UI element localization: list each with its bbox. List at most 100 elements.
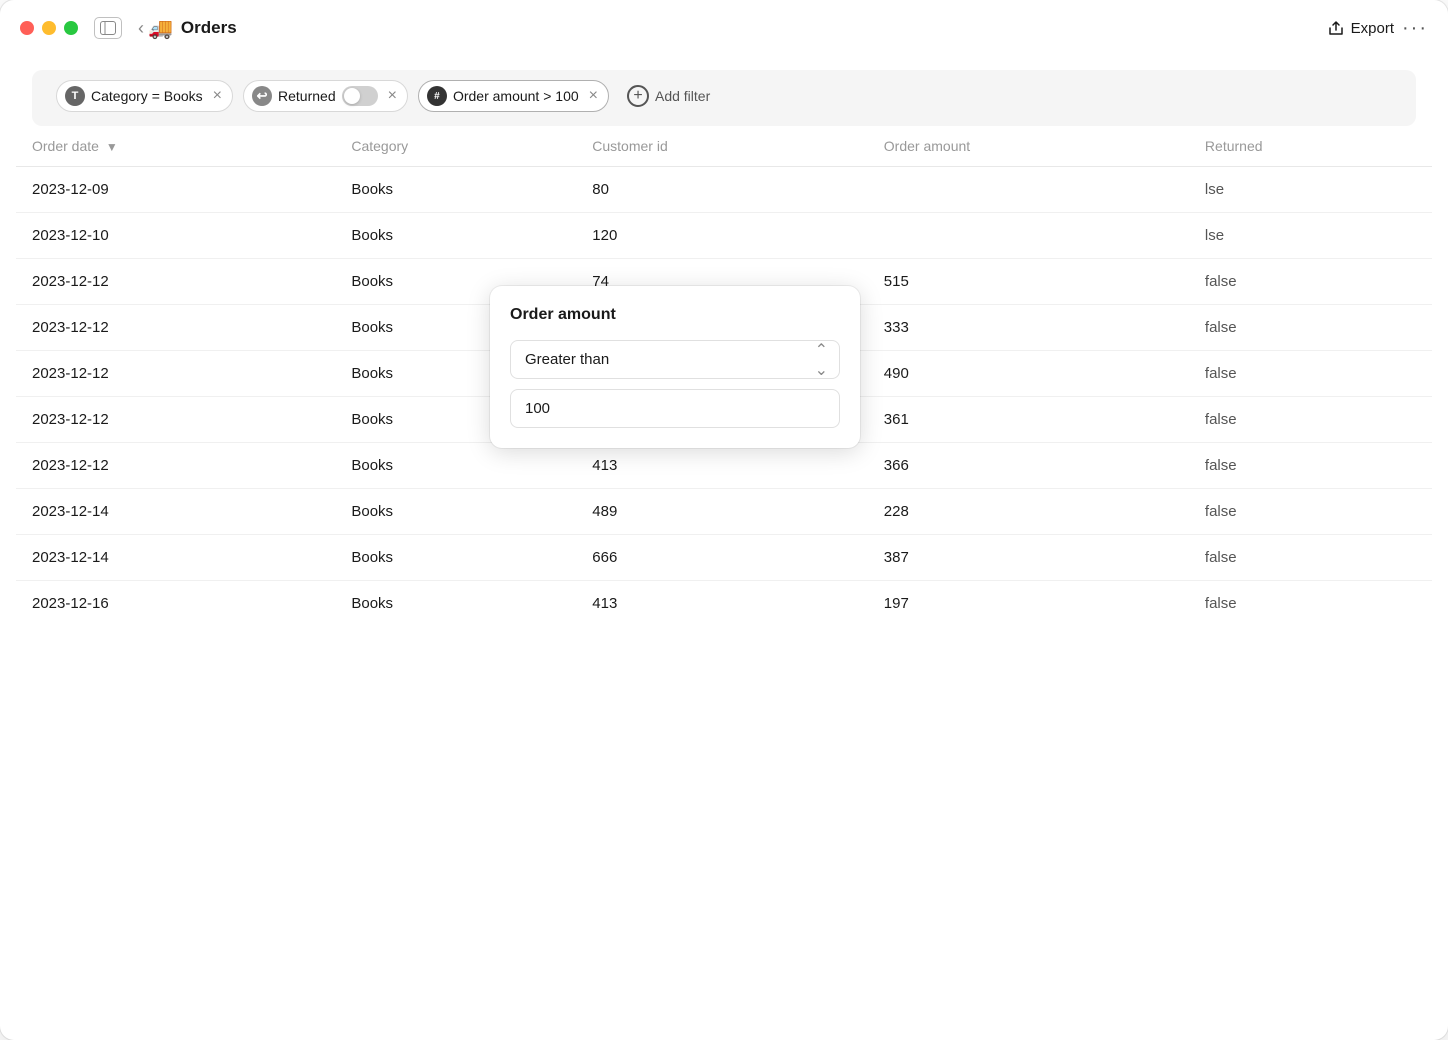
table-row: 2023-12-16Books413197false — [16, 581, 1432, 627]
col-order-date[interactable]: Order date ▼ — [16, 126, 335, 167]
add-filter-button[interactable]: + Add filter — [619, 80, 718, 112]
returned-filter-chip[interactable]: ↩ Returned × — [243, 80, 408, 112]
cell-returned: lse — [1189, 167, 1432, 213]
cell-order_amount: 228 — [868, 489, 1189, 535]
more-icon: ··· — [1402, 17, 1428, 39]
cell-customer_id: 666 — [576, 535, 868, 581]
col-customer-id-label: Customer id — [592, 138, 667, 154]
cell-customer_id: 413 — [576, 443, 868, 489]
cell-category: Books — [335, 167, 576, 213]
table-row: 2023-12-14Books666387false — [16, 535, 1432, 581]
cell-order_date: 2023-12-10 — [16, 213, 335, 259]
cell-customer_id: 120 — [576, 213, 868, 259]
cell-order_amount: 361 — [868, 397, 1189, 443]
order-amount-chip-icon: # — [427, 86, 447, 106]
cell-customer_id: 80 — [576, 167, 868, 213]
cell-order_amount: 490 — [868, 351, 1189, 397]
operator-select[interactable]: Greater than Less than Equal to Between — [510, 340, 840, 379]
operator-select-wrapper: Greater than Less than Equal to Between … — [510, 340, 840, 379]
cell-order_date: 2023-12-12 — [16, 351, 335, 397]
col-customer-id[interactable]: Customer id — [576, 126, 868, 167]
table-row: 2023-12-10Books120 lse — [16, 213, 1432, 259]
titlebar-nav: ‹ — [94, 17, 148, 39]
titlebar-actions: Export ··· — [1327, 17, 1428, 40]
cell-returned: false — [1189, 489, 1432, 535]
more-options-button[interactable]: ··· — [1402, 17, 1428, 40]
cell-returned: false — [1189, 351, 1432, 397]
cell-category: Books — [335, 581, 576, 627]
maximize-button[interactable] — [64, 21, 78, 35]
export-icon — [1327, 19, 1345, 37]
cell-customer_id: 413 — [576, 581, 868, 627]
cell-returned: lse — [1189, 213, 1432, 259]
returned-toggle[interactable] — [342, 86, 378, 106]
table-header-row: Order date ▼ Category Customer id Order … — [16, 126, 1432, 167]
title-icon: 🚚 — [148, 16, 173, 41]
cell-returned: false — [1189, 535, 1432, 581]
col-order-amount[interactable]: Order amount — [868, 126, 1189, 167]
filter-bar: T Category = Books × ↩ Returned × # Orde… — [32, 70, 1416, 126]
category-chip-icon: T — [65, 86, 85, 106]
table-row: 2023-12-09Books80 lse — [16, 167, 1432, 213]
cell-returned: false — [1189, 581, 1432, 627]
cell-order_amount: 197 — [868, 581, 1189, 627]
traffic-lights — [20, 21, 78, 35]
returned-chip-icon: ↩ — [252, 86, 272, 106]
minimize-button[interactable] — [42, 21, 56, 35]
order-amount-value-input[interactable] — [510, 389, 840, 428]
order-amount-chip-remove[interactable]: × — [589, 88, 598, 104]
order-amount-chip-label: Order amount > 100 — [453, 88, 579, 104]
filter-bar-wrapper: T Category = Books × ↩ Returned × # Orde… — [0, 56, 1448, 126]
popup-title: Order amount — [510, 306, 840, 324]
category-filter-chip[interactable]: T Category = Books × — [56, 80, 233, 112]
order-amount-filter-chip[interactable]: # Order amount > 100 × — [418, 80, 609, 112]
table-row: 2023-12-12Books413366false — [16, 443, 1432, 489]
table-row: 2023-12-14Books489228false — [16, 489, 1432, 535]
category-chip-remove[interactable]: × — [213, 88, 222, 104]
titlebar: ‹ 🚚 Orders Export ··· — [0, 0, 1448, 56]
cell-order_amount: 515 — [868, 259, 1189, 305]
cell-returned: false — [1189, 397, 1432, 443]
cell-order_date: 2023-12-14 — [16, 535, 335, 581]
cell-category: Books — [335, 213, 576, 259]
col-category[interactable]: Category — [335, 126, 576, 167]
cell-order_amount: 387 — [868, 535, 1189, 581]
window-title: 🚚 Orders — [148, 16, 237, 41]
cell-customer_id: 489 — [576, 489, 868, 535]
col-order-date-label: Order date — [32, 138, 99, 154]
col-returned[interactable]: Returned — [1189, 126, 1432, 167]
cell-order_date: 2023-12-12 — [16, 397, 335, 443]
cell-order_date: 2023-12-14 — [16, 489, 335, 535]
category-chip-label: Category = Books — [91, 88, 203, 104]
returned-chip-remove[interactable]: × — [388, 88, 397, 104]
sort-arrow-icon: ▼ — [106, 140, 118, 154]
returned-chip-label: Returned — [278, 88, 336, 104]
order-amount-popup: Order amount Greater than Less than Equa… — [490, 286, 860, 448]
cell-category: Books — [335, 489, 576, 535]
title-text: Orders — [181, 18, 237, 38]
cell-returned: false — [1189, 305, 1432, 351]
main-window: ‹ 🚚 Orders Export ··· T Catego — [0, 0, 1448, 1040]
export-button[interactable]: Export — [1327, 19, 1394, 37]
main-content: Order date ▼ Category Customer id Order … — [0, 126, 1448, 1040]
col-category-label: Category — [351, 138, 408, 154]
add-filter-icon: + — [627, 85, 649, 107]
cell-order_date: 2023-12-12 — [16, 305, 335, 351]
cell-order_date: 2023-12-12 — [16, 443, 335, 489]
cell-order_date: 2023-12-16 — [16, 581, 335, 627]
col-returned-label: Returned — [1205, 138, 1263, 154]
cell-order_amount — [868, 167, 1189, 213]
back-button[interactable]: ‹ — [134, 17, 148, 39]
close-button[interactable] — [20, 21, 34, 35]
cell-order_amount: 366 — [868, 443, 1189, 489]
cell-order_date: 2023-12-09 — [16, 167, 335, 213]
cell-returned: false — [1189, 443, 1432, 489]
cell-category: Books — [335, 443, 576, 489]
cell-category: Books — [335, 535, 576, 581]
content-wrapper: Order date ▼ Category Customer id Order … — [0, 126, 1448, 1040]
sidebar-toggle-button[interactable] — [94, 17, 122, 39]
cell-returned: false — [1189, 259, 1432, 305]
add-filter-label: Add filter — [655, 88, 710, 104]
col-order-amount-label: Order amount — [884, 138, 970, 154]
cell-order_date: 2023-12-12 — [16, 259, 335, 305]
